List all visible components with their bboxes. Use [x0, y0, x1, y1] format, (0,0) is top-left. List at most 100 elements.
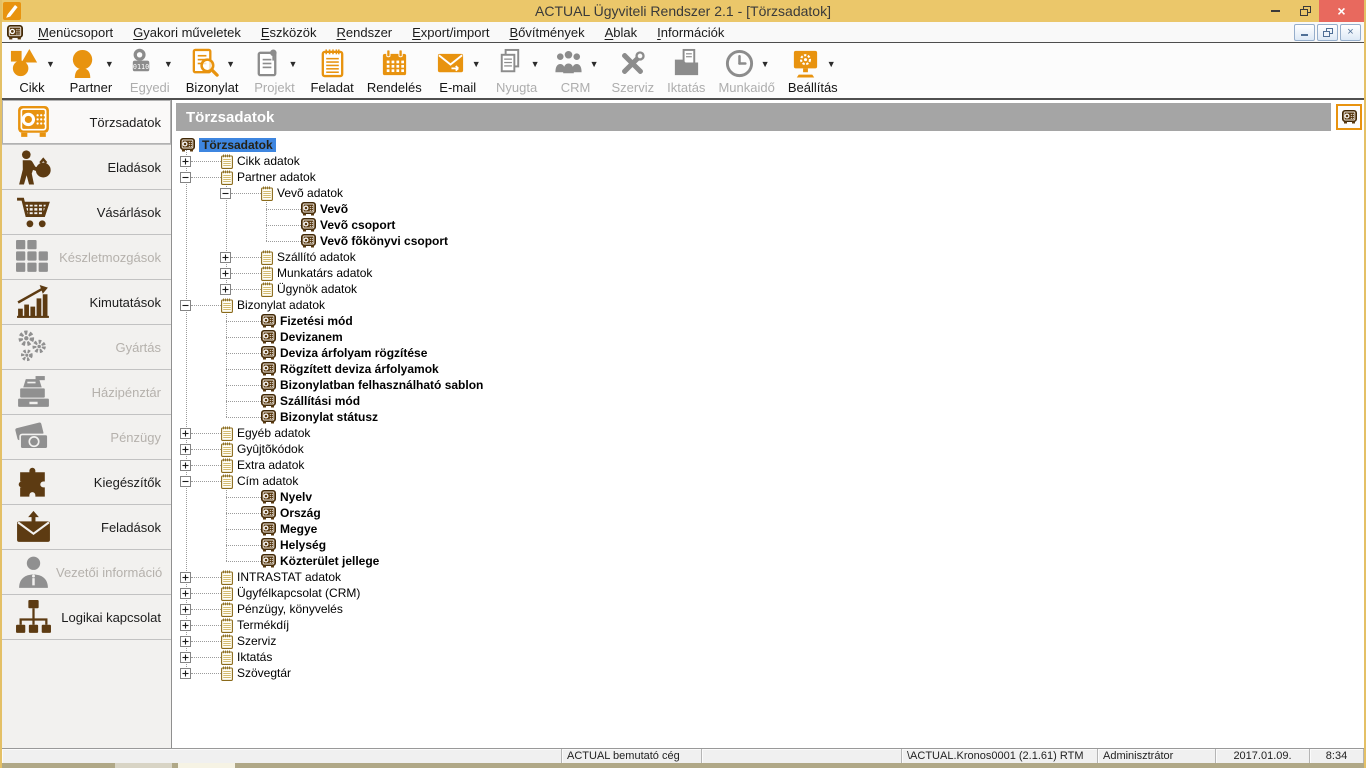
tree-expander-plus[interactable]	[180, 460, 191, 471]
tree-expander-plus[interactable]	[180, 588, 191, 599]
tree-safe-icon[interactable]	[301, 234, 316, 248]
menu-item-men-csoport[interactable]: Menücsoport	[28, 22, 123, 42]
tree-notepad-icon[interactable]	[221, 602, 233, 617]
header-safe-button[interactable]	[1336, 104, 1362, 130]
tree-safe-icon[interactable]	[180, 138, 195, 152]
tree-expander-plus[interactable]	[180, 652, 191, 663]
tree-expander-plus[interactable]	[180, 620, 191, 631]
tree-node-label[interactable]: Szövegtár	[237, 666, 291, 680]
sidebar-item-t-rzsadatok[interactable]: Törzsadatok	[2, 100, 171, 145]
tree-node-label[interactable]: Termékdíj	[237, 618, 289, 632]
tree-node-label[interactable]: Nyelv	[280, 490, 312, 504]
tree-safe-icon[interactable]	[261, 506, 276, 520]
tree-notepad-icon[interactable]	[261, 186, 273, 201]
toolbar-button-bizonylat[interactable]: ▼Bizonylat	[181, 45, 244, 96]
tree-node-label[interactable]: Deviza árfolyam rögzítése	[280, 346, 427, 360]
tree-node-label[interactable]: Törzsadatok	[199, 138, 276, 152]
tree-node-label[interactable]: Vevõ fõkönyvi csoport	[320, 234, 448, 248]
tree-node-label[interactable]: Szállítási mód	[280, 394, 360, 408]
mdi-close-button[interactable]: ×	[1340, 24, 1361, 41]
tree-node-label[interactable]: INTRASTAT adatok	[237, 570, 341, 584]
tree-notepad-icon[interactable]	[221, 426, 233, 441]
tree-expander-plus[interactable]	[180, 636, 191, 647]
minimize-button[interactable]	[1261, 0, 1290, 22]
tree-expander-plus[interactable]	[180, 668, 191, 679]
tree-safe-icon[interactable]	[261, 362, 276, 376]
dropdown-arrow-icon[interactable]: ▼	[472, 59, 481, 69]
toolbar-button-feladat[interactable]: Feladat	[305, 45, 358, 96]
toolbar-button-e-mail[interactable]: ▼E-mail	[430, 45, 486, 96]
tree-node-label[interactable]: Szerviz	[237, 634, 276, 648]
tree-expander-minus[interactable]	[180, 476, 191, 487]
tree-node-label[interactable]: Ország	[280, 506, 321, 520]
tree-node-label[interactable]: Fizetési mód	[280, 314, 353, 328]
tree-safe-icon[interactable]	[261, 330, 276, 344]
tree-notepad-icon[interactable]	[221, 298, 233, 313]
tree-node-label[interactable]: Bizonylatban felhasználható sablon	[280, 378, 483, 392]
tree-notepad-icon[interactable]	[221, 442, 233, 457]
tree-notepad-icon[interactable]	[261, 250, 273, 265]
tree-safe-icon[interactable]	[261, 538, 276, 552]
close-button[interactable]: ×	[1319, 0, 1364, 22]
sidebar-item-v-s-rl-sok[interactable]: Vásárlások	[2, 190, 171, 235]
tree-node-label[interactable]: Extra adatok	[237, 458, 304, 472]
menu-item-export-import[interactable]: Export/import	[402, 22, 499, 42]
dropdown-arrow-icon[interactable]: ▼	[105, 59, 114, 69]
tree-expander-minus[interactable]	[180, 300, 191, 311]
tree-expander-plus[interactable]	[180, 604, 191, 615]
toolbar-button-partner[interactable]: ▼Partner	[63, 45, 119, 96]
tree-node-label[interactable]: Bizonylat státusz	[280, 410, 378, 424]
dropdown-arrow-icon[interactable]: ▼	[226, 59, 235, 69]
tree-expander-plus[interactable]	[180, 572, 191, 583]
tree-notepad-icon[interactable]	[221, 474, 233, 489]
tree-node-label[interactable]: Cikk adatok	[237, 154, 300, 168]
restore-button[interactable]	[1290, 0, 1319, 22]
tree-node-label[interactable]: Közterület jellege	[280, 554, 379, 568]
toolbar-button-cikk[interactable]: ▼Cikk	[4, 45, 60, 96]
tree-notepad-icon[interactable]	[221, 666, 233, 681]
sidebar-item-felad-sok[interactable]: Feladások	[2, 505, 171, 550]
tree-safe-icon[interactable]	[261, 378, 276, 392]
tree-safe-icon[interactable]	[301, 202, 316, 216]
tree-expander-plus[interactable]	[220, 284, 231, 295]
tree-safe-icon[interactable]	[261, 394, 276, 408]
tree-notepad-icon[interactable]	[221, 618, 233, 633]
menu-item-eszk-z-k[interactable]: Eszközök	[251, 22, 327, 42]
tree-expander-plus[interactable]	[220, 252, 231, 263]
tree-safe-icon[interactable]	[261, 490, 276, 504]
tree-node-label[interactable]: Szállító adatok	[277, 250, 356, 264]
tree-node-label[interactable]: Ügyfélkapcsolat (CRM)	[237, 586, 360, 600]
sidebar-item-logikai-kapcsolat[interactable]: Logikai kapcsolat	[2, 595, 171, 640]
tree-safe-icon[interactable]	[301, 218, 316, 232]
tree-node-label[interactable]: Bizonylat adatok	[237, 298, 325, 312]
tree-node-label[interactable]: Vevõ csoport	[320, 218, 395, 232]
tree-node-label[interactable]: Ügynök adatok	[277, 282, 357, 296]
tree-safe-icon[interactable]	[261, 410, 276, 424]
tree-expander-minus[interactable]	[180, 172, 191, 183]
mdi-minimize-button[interactable]	[1294, 24, 1315, 41]
tree-notepad-icon[interactable]	[261, 282, 273, 297]
tree-safe-icon[interactable]	[261, 346, 276, 360]
menu-item-b-v-tm-nyek[interactable]: Bővítmények	[499, 22, 594, 42]
tree-expander-minus[interactable]	[220, 188, 231, 199]
tree-safe-icon[interactable]	[261, 554, 276, 568]
tree-node-label[interactable]: Cím adatok	[237, 474, 298, 488]
tree-expander-plus[interactable]	[180, 428, 191, 439]
mdi-restore-button[interactable]	[1317, 24, 1338, 41]
tree-node-label[interactable]: Munkatárs adatok	[277, 266, 372, 280]
tree-safe-icon[interactable]	[261, 314, 276, 328]
tree-expander-plus[interactable]	[220, 268, 231, 279]
tree-node-label[interactable]: Helység	[280, 538, 326, 552]
tree-node-label[interactable]: Gyûjtõkódok	[237, 442, 304, 456]
menu-item-ablak[interactable]: Ablak	[595, 22, 648, 42]
tree-notepad-icon[interactable]	[221, 650, 233, 665]
dropdown-arrow-icon[interactable]: ▼	[46, 59, 55, 69]
menu-item-inform-ci-k[interactable]: Információk	[647, 22, 734, 42]
tree-notepad-icon[interactable]	[221, 570, 233, 585]
tree-node-label[interactable]: Vevõ	[320, 202, 348, 216]
tree-node-label[interactable]: Iktatás	[237, 650, 272, 664]
tree-expander-plus[interactable]	[180, 156, 191, 167]
sidebar-item-kieg-sz-t-k[interactable]: Kiegészítők	[2, 460, 171, 505]
sidebar-item-elad-sok[interactable]: Eladások	[2, 145, 171, 190]
menu-item-rendszer[interactable]: Rendszer	[326, 22, 402, 42]
